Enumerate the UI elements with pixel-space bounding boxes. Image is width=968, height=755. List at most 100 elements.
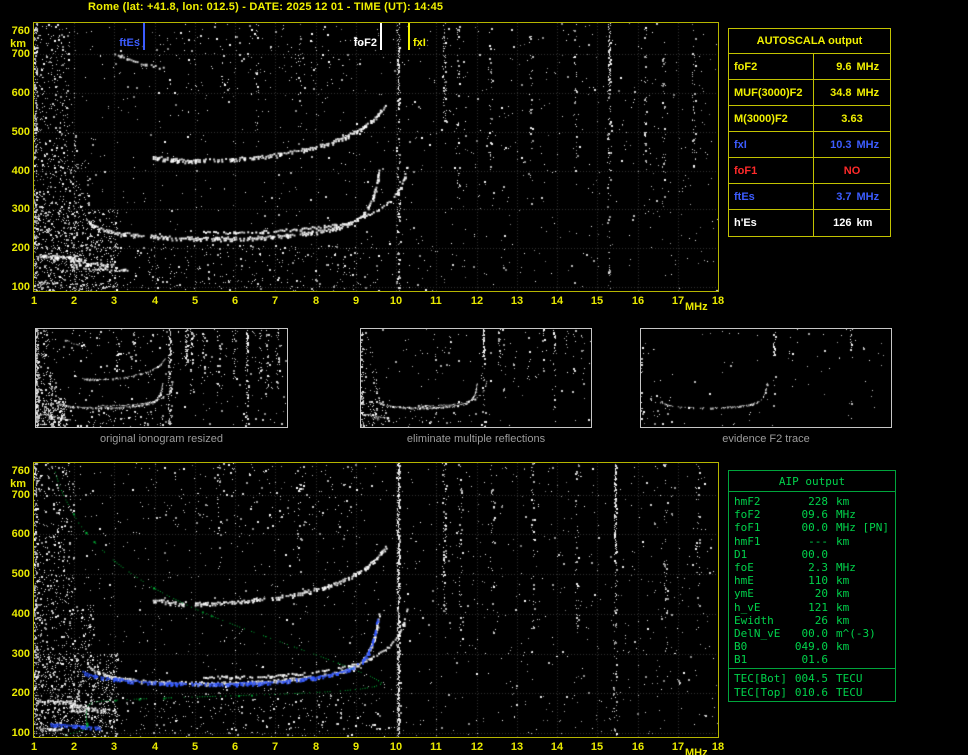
aip-row-ymE: ymE20km [734, 587, 891, 600]
caption-eliminate-multiple-reflections: eliminate multiple reflections [360, 433, 592, 445]
ionogram-bottom-y-tick-400: 400 [2, 608, 30, 620]
ionogram-top-x-tick-7: 7 [265, 295, 285, 307]
autoscala-param-label: M(3000)F2 [729, 106, 814, 131]
ionogram-top-x-tick-9: 9 [346, 295, 366, 307]
aip-row-hmF2: hmF2228 km [734, 495, 891, 508]
autoscala-table-title: AUTOSCALA output [729, 29, 890, 54]
autoscala-row-foF2: foF29.6MHz [729, 54, 890, 80]
ionogram-top-x-tick-16: 16 [628, 295, 648, 307]
aip-param-label: h_vE [734, 601, 792, 614]
thumbnail-original-canvas [36, 329, 287, 427]
value-number: 3.63 [841, 106, 862, 132]
aip-param-unit: km [836, 495, 849, 508]
value-unit: km [857, 210, 883, 236]
ionogram-top-marker-line-ftEs [143, 23, 145, 50]
autoscala-app-window: Rome (lat: +41.8, lon: 012.5) - DATE: 20… [0, 0, 968, 755]
aip-row-TEC[Top]: TEC[Top]010.6 TECU [734, 686, 891, 699]
thumbnail-original-ionogram [35, 328, 288, 428]
ionogram-bottom-plot [33, 462, 719, 738]
ionogram-top-y-tick-600: 600 [2, 87, 30, 99]
ionogram-bottom-x-tick-2: 2 [64, 741, 84, 753]
autoscala-param-value: 9.6MHz [814, 54, 890, 79]
aip-param-value: 00.0 [792, 548, 828, 561]
aip-param-label: hmF1 [734, 535, 792, 548]
autoscala-param-label: ftEs [729, 184, 814, 209]
aip-row-Ewidth: Ewidth26km [734, 614, 891, 627]
aip-param-unit: km [836, 601, 849, 614]
aip-row-DelN_vE: DelN_vE00.0m^(-3) [734, 627, 891, 640]
aip-row-foF2: foF209.6MHz [734, 508, 891, 521]
ionogram-bottom-y-tick-760: 760 [2, 465, 30, 477]
aip-param-value: 010.6 [792, 686, 828, 699]
value-unit: MHz [857, 184, 883, 210]
ionogram-bottom-x-tick-18: 18 [708, 741, 728, 753]
autoscala-param-value: 3.63 [814, 106, 890, 131]
autoscala-param-label: h'Es [729, 210, 814, 236]
ionogram-top-x-unit: MHz [685, 301, 708, 313]
aip-param-unit: TECU [836, 672, 863, 685]
aip-row-foF1: foF100.0MHz[PN] [734, 521, 891, 534]
aip-param-value: 121 [792, 601, 828, 614]
ionogram-bottom-y-tick-300: 300 [2, 648, 30, 660]
aip-param-value: 110 [792, 574, 828, 587]
thumbnail-f2-trace [640, 328, 892, 428]
aip-param-label: foF2 [734, 508, 792, 521]
value-unit: MHz [857, 54, 883, 80]
ionogram-top-marker-line-foF2 [380, 23, 382, 50]
ionogram-top-x-tick-18: 18 [708, 295, 728, 307]
autoscala-row-ftEs: ftEs3.7MHz [729, 184, 890, 210]
autoscala-param-value: 3.7MHz [814, 184, 890, 209]
autoscala-row-M(3000)F2: M(3000)F2 3.63 [729, 106, 890, 132]
ionogram-top-canvas [34, 23, 718, 291]
ionogram-bottom-x-tick-15: 15 [587, 741, 607, 753]
aip-param-value: 26 [792, 614, 828, 627]
aip-row-D1: D100.0 [734, 548, 891, 561]
autoscala-table-rows: foF29.6MHzMUF(3000)F234.8MHzM(3000)F23.6… [729, 54, 890, 236]
ionogram-top-y-tick-400: 400 [2, 165, 30, 177]
ionogram-top-y-tick-100: 100 [2, 281, 30, 293]
ionogram-bottom-canvas [34, 463, 718, 737]
caption-evidence-f2-trace: evidence F2 trace [640, 433, 892, 445]
aip-param-unit: km [836, 535, 849, 548]
ionogram-bottom-y-tick-700: 700 [2, 489, 30, 501]
aip-output-table: AIP output hmF2228kmfoF209.6MHzfoF100.0M… [728, 470, 896, 702]
ionogram-top-x-tick-14: 14 [547, 295, 567, 307]
aip-param-unit: MHz [836, 508, 856, 521]
aip-param-label: hmF2 [734, 495, 792, 508]
ionogram-top-x-tick-4: 4 [145, 295, 165, 307]
ionogram-bottom-x-tick-11: 11 [426, 741, 446, 753]
value-unit: MHz [857, 80, 883, 106]
aip-param-label: ymE [734, 587, 792, 600]
autoscala-param-value: 10.3MHz [814, 132, 890, 157]
aip-tec-rows: TEC[Bot]004.5TECUTEC[Top]010.6 TECU [729, 669, 895, 700]
thumbnail-no-multiple-reflections [360, 328, 592, 428]
aip-row-TEC[Bot]: TEC[Bot]004.5TECU [734, 672, 891, 685]
ionogram-top-marker-line-fxI [408, 23, 410, 50]
aip-param-label: TEC[Top] [734, 686, 792, 699]
aip-param-unit: TECU [836, 686, 863, 699]
autoscala-param-value: NO [814, 158, 890, 183]
ionogram-top-marker-label-foF2: foF2 [333, 38, 377, 49]
aip-param-unit: MHz [836, 561, 856, 574]
autoscala-param-label: foF1 [729, 158, 814, 183]
ionogram-top-x-tick-3: 3 [104, 295, 124, 307]
aip-param-value: 228 [792, 495, 828, 508]
ionogram-bottom-x-tick-8: 8 [306, 741, 326, 753]
ionogram-top-x-tick-13: 13 [507, 295, 527, 307]
aip-param-label: TEC[Bot] [734, 672, 792, 685]
aip-param-label: Ewidth [734, 614, 792, 627]
aip-param-label: B0 [734, 640, 792, 653]
aip-param-label: hmE [734, 574, 792, 587]
ionogram-bottom-x-unit: MHz [685, 747, 708, 755]
ionogram-bottom-x-tick-16: 16 [628, 741, 648, 753]
aip-param-unit: km [836, 587, 849, 600]
caption-original-ionogram: original ionogram resized [35, 433, 288, 445]
ionogram-bottom-x-tick-10: 10 [386, 741, 406, 753]
aip-param-label: B1 [734, 653, 792, 666]
aip-param-unit: m^(-3) [836, 627, 876, 640]
aip-row-B0: B0049.0km [734, 640, 891, 653]
autoscala-param-label: foF2 [729, 54, 814, 79]
ionogram-bottom-x-tick-14: 14 [547, 741, 567, 753]
aip-param-value: 00.0 [792, 627, 828, 640]
aip-row-h_vE: h_vE121 km [734, 601, 891, 614]
